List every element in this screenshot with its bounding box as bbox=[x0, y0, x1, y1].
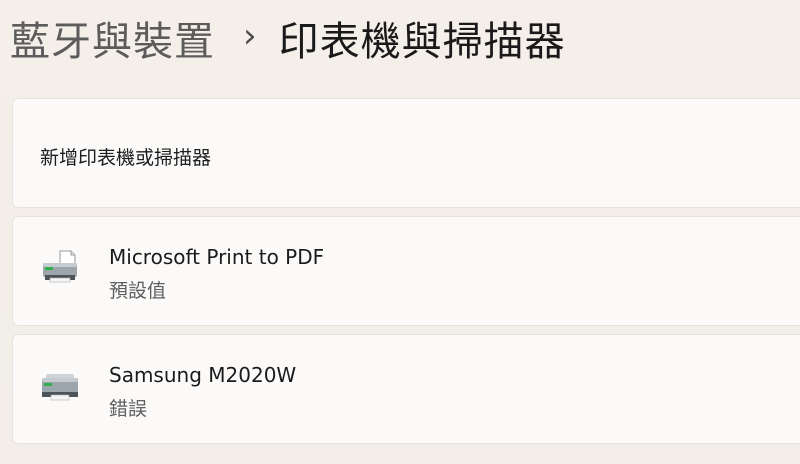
add-printer-or-scanner-card[interactable]: 新增印表機或掃描器 bbox=[12, 98, 800, 208]
add-printer-or-scanner-label: 新增印表機或掃描器 bbox=[40, 147, 212, 169]
printer-name: Samsung M2020W bbox=[109, 363, 297, 387]
page-title: 印表機與掃描器 bbox=[278, 19, 566, 65]
printer-item-microsoft-print-to-pdf[interactable]: Microsoft Print to PDF 預設值 bbox=[12, 216, 800, 326]
chevron-right-icon: › bbox=[243, 16, 257, 56]
printer-name: Microsoft Print to PDF bbox=[109, 245, 325, 269]
printer-icon bbox=[40, 365, 82, 407]
printer-status: 錯誤 bbox=[109, 398, 148, 420]
pdf-printer-icon bbox=[40, 247, 82, 289]
breadcrumb-parent-link[interactable]: 藍牙與裝置 bbox=[10, 9, 215, 67]
printer-item-samsung-m2020w[interactable]: Samsung M2020W 錯誤 bbox=[12, 334, 800, 444]
breadcrumb: 藍牙與裝置 › 印表機與掃描器 bbox=[10, 8, 566, 68]
printer-status: 預設值 bbox=[109, 280, 167, 302]
